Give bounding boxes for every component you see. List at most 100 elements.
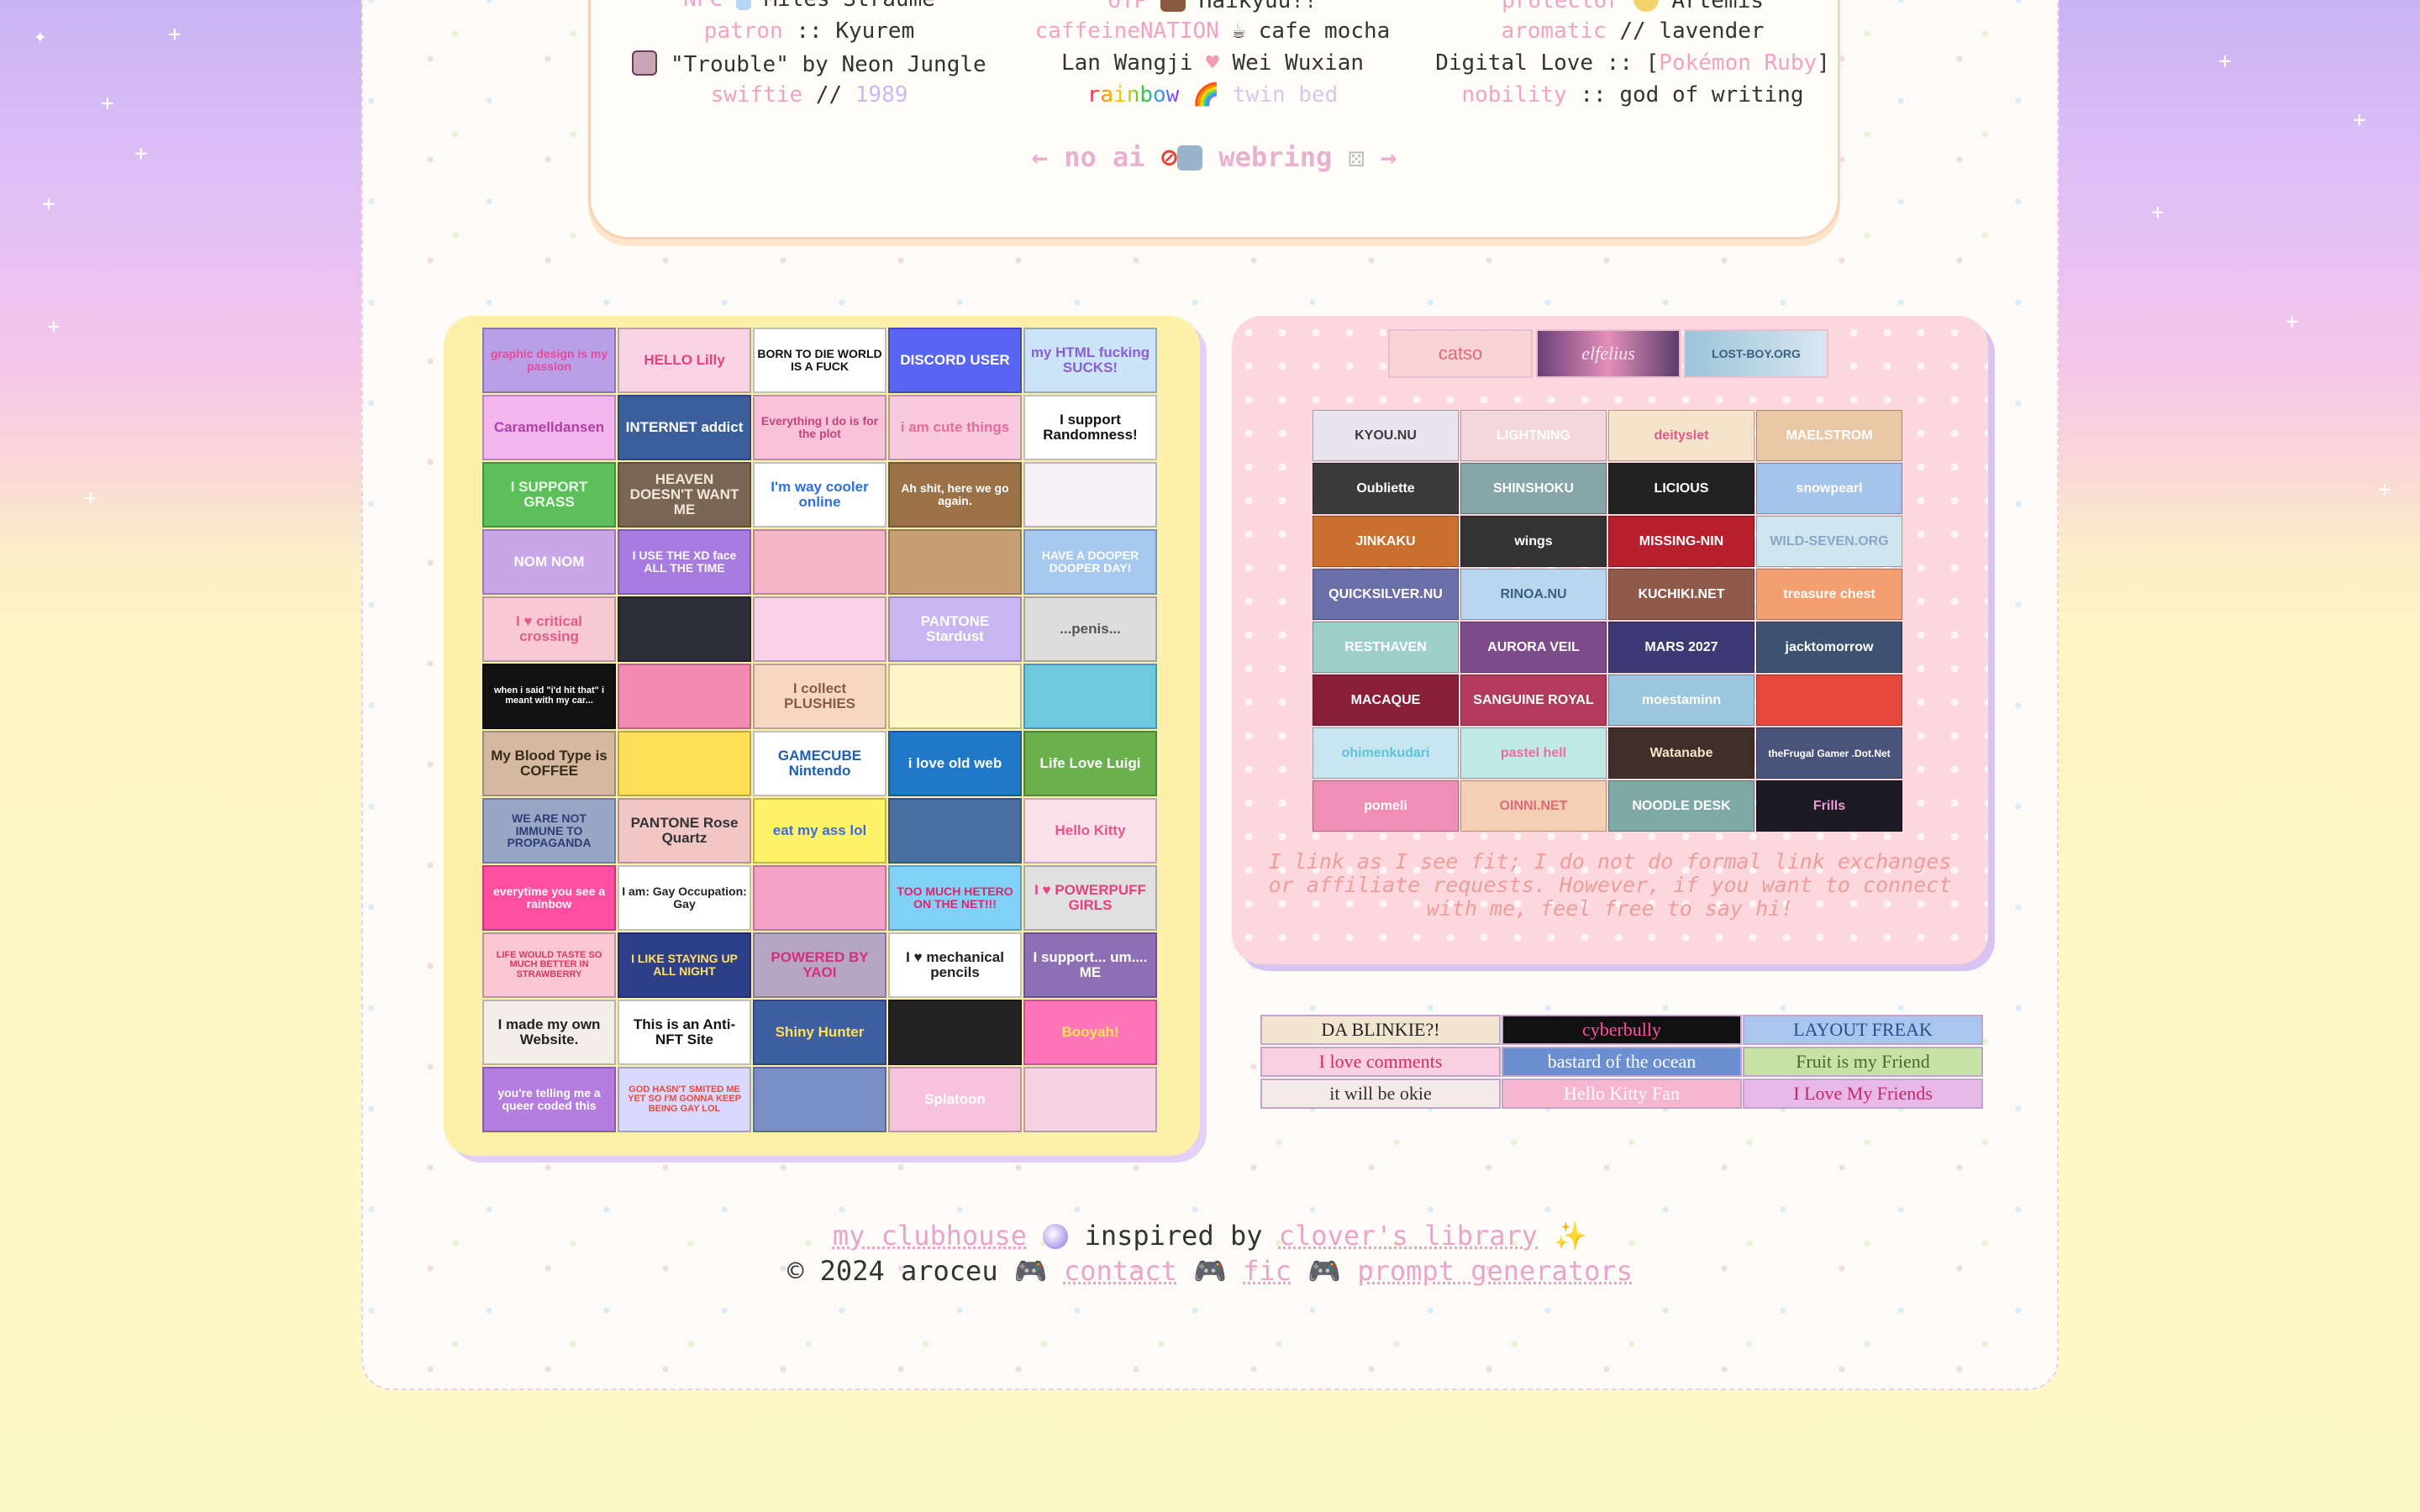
link-button[interactable]: LIGHTNING (1460, 410, 1607, 461)
link-button[interactable]: KUCHIKI.NET (1608, 569, 1754, 620)
blinkie-banner[interactable]: DA BLINKIE?! (1260, 1015, 1501, 1045)
link-button[interactable]: MACAQUE (1313, 675, 1459, 726)
clubhouse-link[interactable]: my clubhouse (833, 1220, 1027, 1252)
contact-link[interactable]: contact (1064, 1255, 1177, 1287)
link-button[interactable]: pastel hell (1460, 727, 1607, 779)
button-88x31[interactable] (1023, 1067, 1157, 1132)
button-88x31[interactable]: I collect PLUSHIES (753, 664, 886, 729)
link-button[interactable]: KYOU.NU (1313, 410, 1459, 461)
button-88x31[interactable]: I USE THE XD face ALL THE TIME (618, 529, 751, 595)
button-88x31[interactable]: LIFE WOULD TASTE SO MUCH BETTER IN STRAW… (482, 932, 616, 998)
link-button[interactable]: MAELSTROM (1756, 410, 1902, 461)
button-88x31[interactable]: I'm way cooler online (753, 462, 886, 528)
link-button[interactable]: Frills (1756, 780, 1902, 832)
link-button[interactable]: Watanabe (1608, 727, 1754, 779)
button-88x31[interactable]: i love old web (888, 731, 1022, 796)
link-button[interactable]: NOODLE DESK (1608, 780, 1754, 832)
button-88x31[interactable]: PANTONE Rose Quartz (618, 798, 751, 864)
button-88x31[interactable]: Everything I do is for the plot (753, 395, 886, 460)
button-88x31[interactable] (888, 664, 1022, 729)
link-button[interactable]: OINNI.NET (1460, 780, 1607, 832)
blinkie-banner[interactable]: I Love My Friends (1743, 1079, 1983, 1109)
button-88x31[interactable]: I LIKE STAYING UP ALL NIGHT (618, 932, 751, 998)
button-88x31[interactable]: when i said "i'd hit that" i meant with … (482, 664, 616, 729)
button-88x31[interactable] (1023, 664, 1157, 729)
link-button[interactable]: RINOA.NU (1460, 569, 1607, 620)
link-button[interactable]: ohimenkudari (1313, 727, 1459, 779)
button-88x31[interactable]: Shiny Hunter (753, 1000, 886, 1065)
link-button[interactable]: pomeli (1313, 780, 1459, 832)
button-88x31[interactable]: GAMECUBE Nintendo (753, 731, 886, 796)
button-88x31[interactable]: you're telling me a queer coded this (482, 1067, 616, 1132)
button-88x31[interactable]: WE ARE NOT IMMUNE TO PROPAGANDA (482, 798, 616, 864)
button-88x31[interactable]: BORN TO DIE WORLD IS A FUCK (753, 328, 886, 393)
blinkie-banner[interactable]: I love comments (1260, 1047, 1501, 1077)
button-88x31[interactable] (753, 596, 886, 662)
link-button-elfelius[interactable]: elfelius (1536, 329, 1681, 378)
link-button[interactable]: SANGUINE ROYAL (1460, 675, 1607, 726)
button-88x31[interactable]: I SUPPORT GRASS (482, 462, 616, 528)
button-88x31[interactable]: Splatoon (888, 1067, 1022, 1132)
link-button[interactable]: RESTHAVEN (1313, 622, 1459, 673)
link-button-lost-boy[interactable]: LOST-BOY.ORG (1684, 329, 1828, 378)
button-88x31[interactable]: HELLO Lilly (618, 328, 751, 393)
button-88x31[interactable]: PANTONE Stardust (888, 596, 1022, 662)
fic-link[interactable]: fic (1243, 1255, 1292, 1287)
button-88x31[interactable]: Caramelldansen (482, 395, 616, 460)
link-button[interactable]: WILD-SEVEN.ORG (1756, 516, 1902, 567)
button-88x31[interactable] (888, 798, 1022, 864)
button-88x31[interactable] (753, 529, 886, 595)
dice-icon[interactable]: ⚄ (1348, 141, 1364, 173)
button-88x31[interactable]: I ♥ critical crossing (482, 596, 616, 662)
button-88x31[interactable] (753, 1067, 886, 1132)
button-88x31[interactable]: I ♥ mechanical pencils (888, 932, 1022, 998)
clovers-library-link[interactable]: clover's library (1279, 1220, 1538, 1252)
button-88x31[interactable] (618, 731, 751, 796)
button-88x31[interactable]: HEAVEN DOESN'T WANT ME (618, 462, 751, 528)
button-88x31[interactable]: NOM NOM (482, 529, 616, 595)
link-button[interactable]: deityslet (1608, 410, 1754, 461)
button-88x31[interactable]: Life Love Luigi (1023, 731, 1157, 796)
link-button[interactable]: theFrugal Gamer .Dot.Net (1756, 727, 1902, 779)
link-button[interactable]: moestaminn (1608, 675, 1754, 726)
link-button[interactable]: AURORA VEIL (1460, 622, 1607, 673)
button-88x31[interactable]: Booyah! (1023, 1000, 1157, 1065)
link-button[interactable]: Oubliette (1313, 463, 1459, 514)
link-button[interactable]: MISSING-NIN (1608, 516, 1754, 567)
button-88x31[interactable]: Hello Kitty (1023, 798, 1157, 864)
profile-link[interactable]: Pokémon Ruby (1659, 50, 1817, 76)
button-88x31[interactable] (618, 596, 751, 662)
blinkie-banner[interactable]: it will be okie (1260, 1079, 1501, 1109)
button-88x31[interactable] (618, 664, 751, 729)
link-button[interactable]: JINKAKU (1313, 516, 1459, 567)
webring-prev-link[interactable]: ← (1032, 141, 1048, 173)
link-button[interactable]: treasure chest (1756, 569, 1902, 620)
link-button[interactable]: SHINSHOKU (1460, 463, 1607, 514)
blinkie-banner[interactable]: Hello Kitty Fan (1502, 1079, 1742, 1109)
button-88x31[interactable]: INTERNET addict (618, 395, 751, 460)
blinkie-banner[interactable]: LAYOUT FREAK (1743, 1015, 1983, 1045)
button-88x31[interactable]: This is an Anti-NFT Site (618, 1000, 751, 1065)
link-button[interactable]: QUICKSILVER.NU (1313, 569, 1459, 620)
button-88x31[interactable]: my HTML fucking SUCKS! (1023, 328, 1157, 393)
link-button[interactable]: wings (1460, 516, 1607, 567)
button-88x31[interactable]: i am cute things (888, 395, 1022, 460)
button-88x31[interactable]: I made my own Website. (482, 1000, 616, 1065)
button-88x31[interactable] (753, 865, 886, 931)
button-88x31[interactable]: eat my ass lol (753, 798, 886, 864)
button-88x31[interactable]: ...penis... (1023, 596, 1157, 662)
link-button[interactable]: LICIOUS (1608, 463, 1754, 514)
button-88x31[interactable]: POWERED BY YAOI (753, 932, 886, 998)
button-88x31[interactable]: Ah shit, here we go again. (888, 462, 1022, 528)
button-88x31[interactable]: I support Randomness! (1023, 395, 1157, 460)
button-88x31[interactable]: everytime you see a rainbow (482, 865, 616, 931)
button-88x31[interactable]: My Blood Type is COFFEE (482, 731, 616, 796)
button-88x31[interactable]: I ♥ POWERPUFF GIRLS (1023, 865, 1157, 931)
prompt-generators-link[interactable]: prompt generators (1357, 1255, 1633, 1287)
link-button[interactable]: jacktomorrow (1756, 622, 1902, 673)
button-88x31[interactable]: graphic design is my passion (482, 328, 616, 393)
link-button[interactable]: snowpearl (1756, 463, 1902, 514)
button-88x31[interactable]: GOD HASN'T SMITED ME YET SO I'M GONNA KE… (618, 1067, 751, 1132)
button-88x31[interactable] (888, 1000, 1022, 1065)
link-button-catso[interactable]: catso (1388, 329, 1533, 378)
